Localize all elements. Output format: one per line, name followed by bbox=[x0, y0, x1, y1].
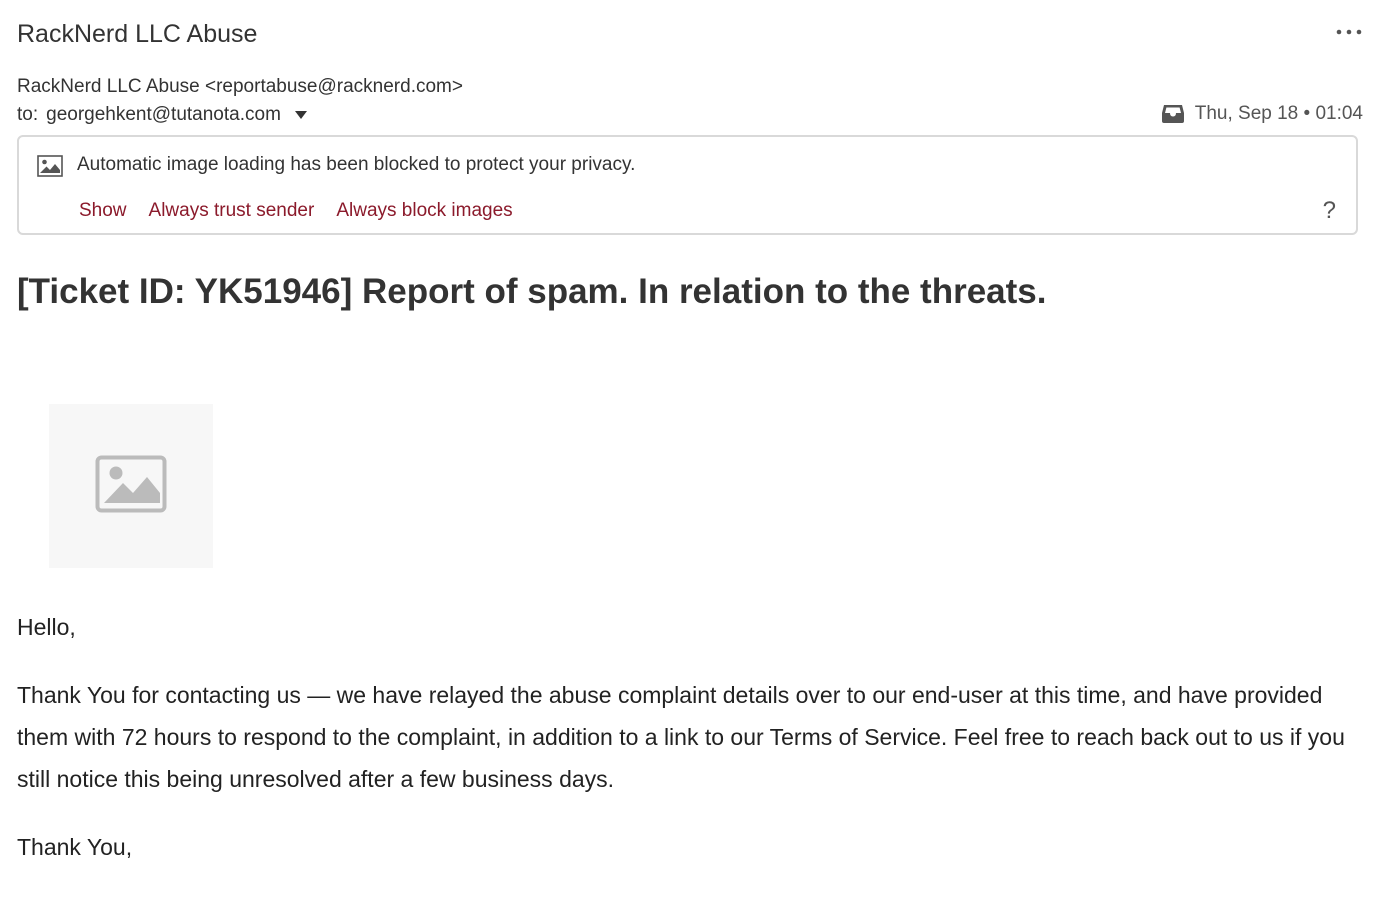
to-label: to: bbox=[17, 104, 39, 125]
email-date: Thu, Sep 18 • 01:04 bbox=[1194, 103, 1363, 124]
date-line: Thu, Sep 18 • 01:04 bbox=[1161, 103, 1363, 125]
more-options-button[interactable] bbox=[1334, 16, 1364, 46]
image-placeholder-icon bbox=[95, 455, 167, 518]
more-horizontal-icon bbox=[1336, 22, 1362, 40]
always-block-images-button[interactable]: Always block images bbox=[336, 200, 512, 222]
from-line[interactable]: RackNerd LLC Abuse <reportabuse@racknerd… bbox=[17, 76, 463, 98]
sender-title: RackNerd LLC Abuse bbox=[17, 20, 258, 48]
chevron-down-icon[interactable] bbox=[294, 111, 307, 119]
to-address[interactable]: georgehkent@tutanota.com bbox=[46, 104, 281, 126]
blocked-image-placeholder bbox=[49, 404, 213, 568]
email-greeting: Hello, bbox=[17, 614, 76, 640]
to-line: to: georgehkent@tutanota.com bbox=[17, 104, 307, 126]
inbox-icon[interactable] bbox=[1161, 104, 1185, 124]
show-images-button[interactable]: Show bbox=[79, 200, 127, 222]
always-trust-sender-button[interactable]: Always trust sender bbox=[149, 200, 315, 222]
email-closing: Thank You, bbox=[17, 834, 133, 860]
help-button[interactable]: ? bbox=[1323, 197, 1336, 225]
image-icon bbox=[37, 155, 63, 177]
image-blocked-banner: Automatic image loading has been blocked… bbox=[17, 135, 1358, 235]
email-paragraph: Thank You for contacting us — we have re… bbox=[17, 682, 1345, 792]
banner-actions: Show Always trust sender Always block im… bbox=[79, 200, 513, 222]
banner-message: Automatic image loading has been blocked… bbox=[77, 154, 636, 175]
email-subject: [Ticket ID: YK51946] Report of spam. In … bbox=[17, 272, 1047, 311]
email-view: RackNerd LLC Abuse RackNerd LLC Abuse <r… bbox=[0, 0, 1397, 901]
